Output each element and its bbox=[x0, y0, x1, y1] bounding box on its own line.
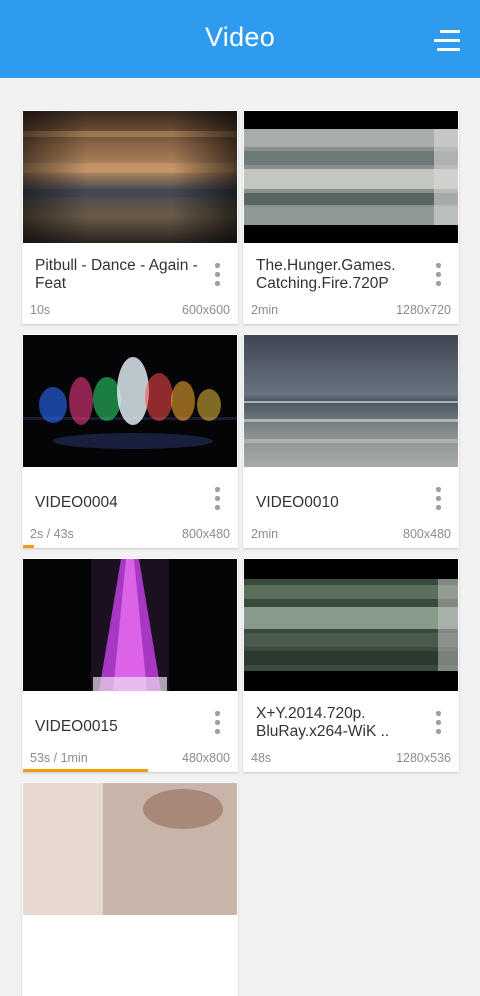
video-card[interactable] bbox=[22, 782, 238, 996]
video-title: VIDEO0004 bbox=[35, 494, 118, 511]
video-duration: 48s bbox=[251, 751, 272, 765]
video-thumbnail[interactable] bbox=[23, 559, 237, 691]
video-thumbnail[interactable] bbox=[244, 335, 458, 467]
more-options-icon[interactable] bbox=[210, 261, 224, 289]
video-duration: 2min bbox=[251, 303, 279, 317]
more-options-icon[interactable] bbox=[431, 709, 445, 737]
playback-progress-bar bbox=[23, 769, 148, 772]
video-title: VIDEO0015 bbox=[35, 718, 118, 735]
video-title: VIDEO0010 bbox=[256, 494, 339, 511]
video-resolution: 1280x720 bbox=[396, 303, 451, 317]
video-resolution: 800x480 bbox=[182, 527, 230, 541]
video-thumbnail[interactable] bbox=[23, 783, 237, 915]
video-title: X+Y.2014.720p. BluRay.x264-WiK .. bbox=[256, 705, 390, 740]
video-thumbnail[interactable] bbox=[23, 111, 237, 243]
video-resolution: 600x600 bbox=[182, 303, 230, 317]
video-duration: 53s / 1min bbox=[30, 751, 88, 765]
more-options-icon[interactable] bbox=[210, 709, 224, 737]
video-thumbnail[interactable] bbox=[23, 335, 237, 467]
video-card[interactable]: VIDEO0010 2min 800x480 bbox=[243, 334, 459, 548]
video-thumbnail[interactable] bbox=[244, 559, 458, 691]
video-duration: 10s bbox=[30, 303, 51, 317]
more-options-icon[interactable] bbox=[210, 485, 224, 513]
video-card[interactable]: X+Y.2014.720p. BluRay.x264-WiK .. 48s 12… bbox=[243, 558, 459, 772]
more-options-icon[interactable] bbox=[431, 485, 445, 513]
video-resolution: 800x480 bbox=[403, 527, 451, 541]
video-duration: 2min bbox=[251, 527, 279, 541]
video-duration: 2s / 43s bbox=[30, 527, 74, 541]
video-grid: Pitbull - Dance - Again - Feat 10s 600x6… bbox=[0, 0, 480, 996]
video-card[interactable]: VIDEO0004 2s / 43s 800x480 bbox=[22, 334, 238, 548]
video-resolution: 480x800 bbox=[182, 751, 230, 765]
video-card[interactable]: VIDEO0015 53s / 1min 480x800 bbox=[22, 558, 238, 772]
video-title: The.Hunger.Games. Catching.Fire.720P bbox=[256, 257, 396, 292]
video-card[interactable]: The.Hunger.Games. Catching.Fire.720P 2mi… bbox=[243, 110, 459, 324]
video-thumbnail[interactable] bbox=[244, 111, 458, 243]
video-title: Pitbull - Dance - Again - Feat bbox=[35, 257, 198, 292]
video-card[interactable]: Pitbull - Dance - Again - Feat 10s 600x6… bbox=[22, 110, 238, 324]
playback-progress-bar bbox=[23, 545, 34, 548]
video-resolution: 1280x536 bbox=[396, 751, 451, 765]
more-options-icon[interactable] bbox=[431, 261, 445, 289]
